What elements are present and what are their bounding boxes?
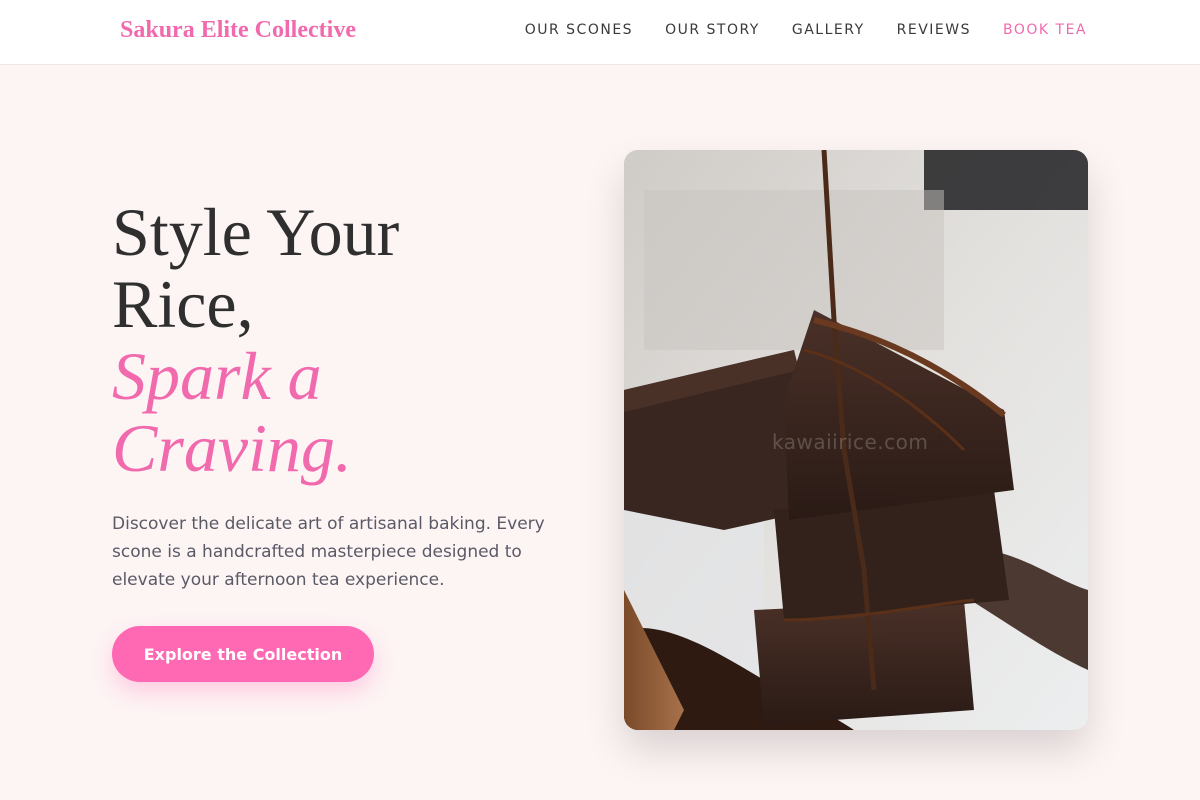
navbar: Sakura Elite Collective OUR SCONES OUR S… [0, 0, 1200, 65]
hero-image: kawaiirice.com [624, 150, 1088, 730]
hero-description: Discover the delicate art of artisanal b… [112, 514, 545, 590]
headline-accent-line-2: Craving. [112, 410, 352, 486]
headline-line-1: Style Your [112, 194, 400, 270]
brand-logo[interactable]: Sakura Elite Collective [120, 17, 356, 44]
main-nav: OUR SCONES OUR STORY GALLERY REVIEWS BOO… [525, 22, 1087, 38]
nav-link-reviews[interactable]: REVIEWS [897, 22, 971, 38]
headline-line-2: Rice, [112, 266, 254, 342]
explore-collection-button[interactable]: Explore the Collection [112, 626, 374, 682]
hero-headline: Style Your Rice, Spark a Craving. [112, 196, 582, 484]
hero-text: Style Your Rice, Spark a Craving. Discov… [112, 196, 582, 594]
nav-link-our-scones[interactable]: OUR SCONES [525, 22, 633, 38]
nav-link-gallery[interactable]: GALLERY [792, 22, 865, 38]
nav-link-book-tea[interactable]: BOOK TEA [1003, 22, 1087, 38]
headline-accent-line-1: Spark a [112, 338, 322, 414]
image-watermark: kawaiirice.com [772, 430, 929, 454]
nav-link-our-story[interactable]: OUR STORY [665, 22, 760, 38]
